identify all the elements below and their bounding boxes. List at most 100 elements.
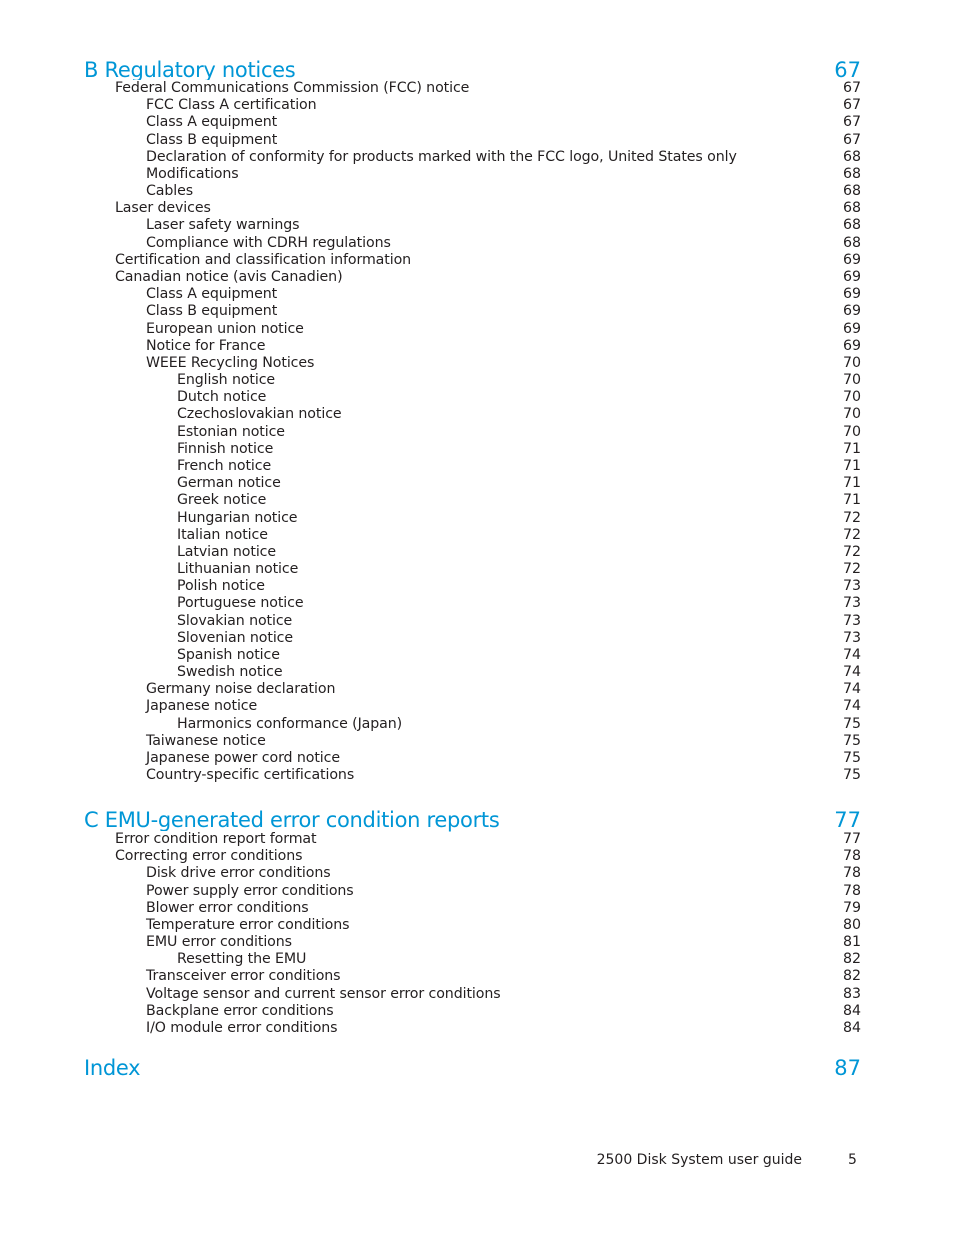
toc-entry[interactable]: ........................................… <box>0 303 954 321</box>
toc-entry[interactable]: ........................................… <box>0 148 954 166</box>
toc-entry[interactable]: ........................................… <box>0 320 954 338</box>
toc-entry-page: 81 <box>842 934 861 951</box>
toc-entry-title: Laser devices <box>115 200 215 218</box>
toc-entry-page: 74 <box>842 664 861 681</box>
toc-entry[interactable]: ........................................… <box>0 165 954 183</box>
toc-entry[interactable]: ........................................… <box>0 732 954 750</box>
toc-entry[interactable]: ........................................… <box>0 865 954 883</box>
toc-entry[interactable]: ........................................… <box>0 578 954 596</box>
toc-entry-page: 74 <box>842 698 861 715</box>
toc-entry[interactable]: ........................................… <box>0 354 954 372</box>
toc-entry[interactable]: ........................................… <box>0 848 954 866</box>
toc-entry-page: 69 <box>842 337 861 354</box>
toc-entry[interactable]: ........................................… <box>0 97 954 115</box>
toc-entry[interactable]: ........................................… <box>0 440 954 458</box>
toc-entry-title: Germany noise declaration <box>146 681 340 699</box>
toc-entry-page: 75 <box>842 767 861 784</box>
toc-entry[interactable]: ........................................… <box>0 286 954 304</box>
toc-entry-page: 72 <box>842 561 861 578</box>
toc-entry-title: Lithuanian notice <box>177 561 303 579</box>
toc-entry[interactable]: ........................................… <box>0 492 954 510</box>
toc-entry-title: Cables <box>146 183 198 201</box>
toc-entry-page: 78 <box>842 865 861 882</box>
toc-entry[interactable]: ........................................… <box>0 251 954 269</box>
toc-entry-page: 68 <box>842 183 861 200</box>
toc-entry[interactable]: ........................................… <box>0 1002 954 1020</box>
toc-entry[interactable]: ........................................… <box>0 750 954 768</box>
toc-entry[interactable]: ........................................… <box>0 389 954 407</box>
toc-entry-title: Portuguese notice <box>177 595 308 613</box>
toc-entry-title: Temperature error conditions <box>146 916 354 934</box>
toc-entry-title: Hungarian notice <box>177 509 302 527</box>
toc-entry[interactable]: ........................................… <box>0 526 954 544</box>
toc-entry[interactable]: ........................................… <box>0 1019 954 1037</box>
toc-entry[interactable]: ........................................… <box>0 543 954 561</box>
toc-entry[interactable]: ........................................… <box>0 715 954 733</box>
toc-entry[interactable]: ........................................… <box>0 951 954 969</box>
toc-entry-page: 67 <box>842 131 861 148</box>
toc-entry[interactable]: ........................................… <box>0 406 954 424</box>
toc-entry[interactable]: ........................................… <box>0 80 954 97</box>
toc-entry[interactable]: ........................................… <box>0 217 954 235</box>
toc-entry[interactable]: ........................................… <box>0 475 954 493</box>
toc-entry-page: 71 <box>842 440 861 457</box>
toc-entry[interactable]: ........................................… <box>0 561 954 579</box>
toc-entry[interactable]: ........................................… <box>0 114 954 132</box>
toc-entry[interactable]: ........................................… <box>0 698 954 716</box>
toc-chapter-entry[interactable]: ........................................… <box>0 1053 954 1082</box>
toc-entry[interactable]: ........................................… <box>0 899 954 917</box>
toc-entry-page: 67 <box>842 97 861 114</box>
toc-entry[interactable]: ........................................… <box>0 234 954 252</box>
toc-entry[interactable]: ........................................… <box>0 916 954 934</box>
toc-entry[interactable]: ........................................… <box>0 985 954 1003</box>
toc-entry[interactable]: ........................................… <box>0 372 954 390</box>
toc-entry[interactable]: ........................................… <box>0 423 954 441</box>
toc-entry-page: 79 <box>842 899 861 916</box>
toc-entry-page: 75 <box>842 715 861 732</box>
toc-entry-title: Spanish notice <box>177 646 284 664</box>
toc-entry-page: 72 <box>842 543 861 560</box>
toc-chapter-entry[interactable]: ........................................… <box>0 806 954 834</box>
toc-entry[interactable]: ........................................… <box>0 681 954 699</box>
toc-entry[interactable]: ........................................… <box>0 457 954 475</box>
toc-entry-title: Finnish notice <box>177 440 278 458</box>
toc-entry[interactable]: ........................................… <box>0 767 954 785</box>
toc-entry-title: Federal Communications Commission (FCC) … <box>115 80 474 97</box>
toc-entry[interactable]: ........................................… <box>0 934 954 952</box>
toc-entry[interactable]: ........................................… <box>0 131 954 149</box>
toc-entry[interactable]: ........................................… <box>0 268 954 286</box>
toc-entry-page: 71 <box>842 492 861 509</box>
toc-entry-title: Japanese notice <box>146 698 262 716</box>
footer-document-title: 2500 Disk System user guide <box>596 1152 802 1168</box>
toc-entry[interactable]: ........................................… <box>0 646 954 664</box>
toc-entry-title: Dutch notice <box>177 389 271 407</box>
toc-entry[interactable]: ........................................… <box>0 337 954 355</box>
toc-entry[interactable]: ........................................… <box>0 664 954 682</box>
toc-entry-title: Polish notice <box>177 578 269 596</box>
toc-entry-page: 69 <box>842 268 861 285</box>
toc-entry[interactable]: ........................................… <box>0 612 954 630</box>
toc-entry-page: 70 <box>842 406 861 423</box>
toc-entry-title: Country-specific certifications <box>146 767 359 785</box>
toc-entry-page: 82 <box>842 951 861 968</box>
toc-entry[interactable]: ........................................… <box>0 595 954 613</box>
toc-entry[interactable]: ........................................… <box>0 882 954 900</box>
toc-entry[interactable]: ........................................… <box>0 183 954 201</box>
toc-entry-title: Blower error conditions <box>146 899 313 917</box>
toc-entry-page: 72 <box>842 526 861 543</box>
toc-entry[interactable]: ........................................… <box>0 831 954 848</box>
toc-entry[interactable]: ........................................… <box>0 629 954 647</box>
toc-entry-title: EMU error conditions <box>146 934 296 952</box>
toc-entry-title: Voltage sensor and current sensor error … <box>146 985 505 1003</box>
toc-entry-title: Harmonics conformance (Japan) <box>177 715 407 733</box>
toc-entry-page: 80 <box>842 916 861 933</box>
toc-entry-page: 74 <box>842 646 861 663</box>
toc-entry[interactable]: ........................................… <box>0 509 954 527</box>
toc-entry-page: 68 <box>842 234 861 251</box>
toc-entry-page: 71 <box>842 475 861 492</box>
toc-entry[interactable]: ........................................… <box>0 200 954 218</box>
toc-entry-title: German notice <box>177 475 285 493</box>
toc-entry-page: 68 <box>842 200 861 217</box>
toc-entry[interactable]: ........................................… <box>0 968 954 986</box>
toc-entry-title: Disk drive error conditions <box>146 865 335 883</box>
